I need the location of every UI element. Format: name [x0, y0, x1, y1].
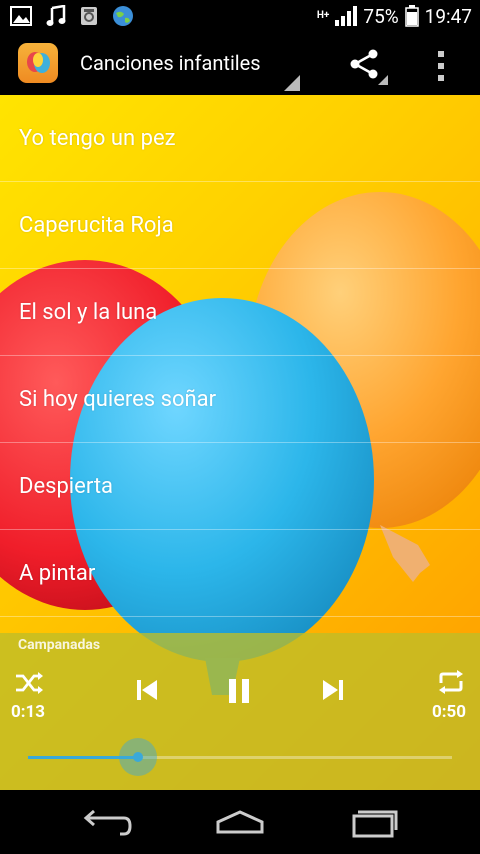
battery-percent: 75% [363, 4, 399, 28]
shuffle-icon[interactable] [14, 671, 44, 695]
app-balloon-icon[interactable] [18, 43, 58, 83]
recents-icon[interactable] [344, 804, 404, 840]
globe-icon [113, 6, 133, 26]
seek-bar[interactable] [28, 738, 452, 776]
network-type: H+ [316, 10, 330, 21]
navigation-bar [0, 790, 480, 854]
status-bar: H+ 75% 19:47 [0, 0, 480, 33]
repeat-icon[interactable] [437, 669, 465, 695]
player-panel: Campanadas 0:13 0:50 [0, 633, 480, 790]
overflow-menu-icon[interactable] [430, 49, 452, 83]
signal-icon [335, 6, 358, 26]
home-icon[interactable] [210, 804, 270, 840]
gallery-icon [10, 6, 32, 26]
back-icon[interactable] [78, 804, 138, 840]
list-item[interactable]: Yo tengo un pez [0, 95, 480, 182]
seek-thumb[interactable] [119, 738, 158, 776]
title-dropdown-indicator[interactable] [284, 75, 300, 91]
share-icon[interactable] [349, 49, 381, 79]
pause-icon[interactable] [226, 678, 252, 704]
total-time: 0:50 [432, 702, 467, 722]
action-bar: Canciones infantiles [0, 33, 480, 95]
list-item[interactable]: A pintar [0, 530, 480, 617]
battery-icon [404, 5, 419, 27]
app-title[interactable]: Canciones infantiles [80, 51, 261, 75]
next-icon[interactable] [322, 679, 344, 701]
list-item[interactable]: El sol y la luna [0, 269, 480, 356]
song-list: Yo tengo un pez Caperucita Roja El sol y… [0, 95, 480, 617]
balloon-logo-icon [27, 52, 50, 73]
share-dropdown-indicator [378, 75, 388, 85]
clock: 19:47 [424, 4, 472, 28]
list-item[interactable]: Caperucita Roja [0, 182, 480, 269]
song-list-area: Yo tengo un pez Caperucita Roja El sol y… [0, 95, 480, 790]
music-note-icon [46, 5, 66, 26]
list-item[interactable]: Si hoy quieres soñar [0, 356, 480, 443]
elapsed-time: 0:13 [11, 702, 46, 722]
list-item[interactable]: Despierta [0, 443, 480, 530]
previous-icon[interactable] [136, 679, 158, 701]
storage-icon [81, 7, 97, 25]
now-playing-title: Campanadas [18, 637, 101, 653]
